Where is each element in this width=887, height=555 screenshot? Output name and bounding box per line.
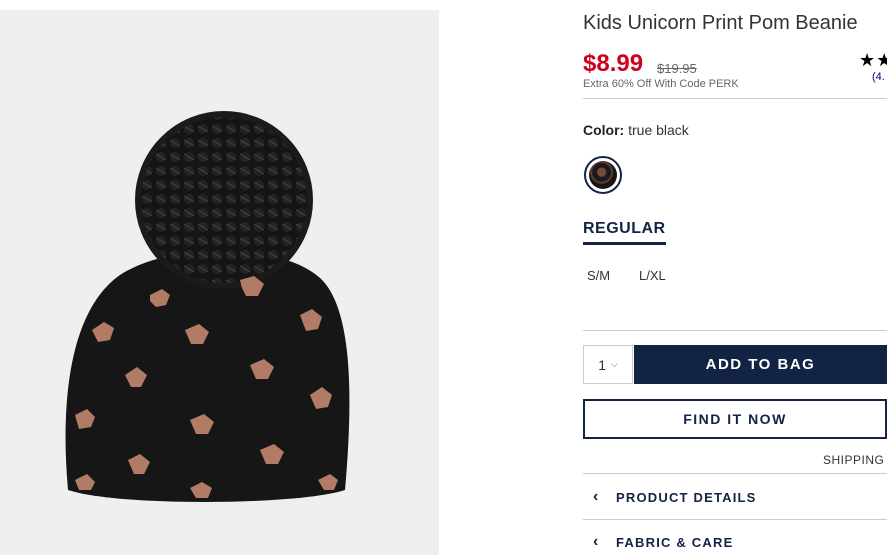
- original-price: $19.95: [657, 61, 697, 76]
- color-label: Color:: [583, 122, 625, 138]
- star-rating-icon[interactable]: ★★: [859, 50, 887, 71]
- beanie-illustration: [65, 111, 350, 503]
- chevron-left-icon: ‹: [593, 488, 599, 505]
- color-value: true black: [628, 122, 689, 138]
- color-swatch-true-black[interactable]: [584, 156, 622, 194]
- quantity-value: 1: [598, 356, 606, 373]
- accordion-product-details[interactable]: ‹ PRODUCT DETAILS: [583, 480, 887, 514]
- size-option-sm[interactable]: S/M: [583, 266, 614, 285]
- chevron-down-icon: ⌵: [610, 359, 618, 369]
- sale-price: $8.99: [583, 50, 644, 77]
- tab-regular[interactable]: REGULAR: [583, 220, 666, 245]
- chevron-left-icon: ‹: [593, 533, 599, 550]
- rating-count[interactable]: (4.: [872, 71, 885, 83]
- color-row: Color: true black: [583, 122, 689, 138]
- find-it-now-button[interactable]: FIND IT NOW: [583, 399, 887, 439]
- accordion-label: PRODUCT DETAILS: [616, 489, 757, 505]
- add-to-bag-button[interactable]: ADD TO BAG: [634, 345, 887, 384]
- accordion-label: FABRIC & CARE: [616, 534, 734, 550]
- divider: [583, 330, 887, 331]
- accordion-fabric-care[interactable]: ‹ FABRIC & CARE: [583, 525, 887, 555]
- divider: [583, 519, 887, 520]
- size-option-lxl[interactable]: L/XL: [635, 266, 670, 285]
- product-image[interactable]: [0, 10, 439, 555]
- product-info: Kids Unicorn Print Pom Beanie $8.99 $19.…: [583, 0, 887, 555]
- promo-text: Extra 60% Off With Code PERK: [583, 78, 739, 90]
- quantity-select[interactable]: 1 ⌵: [583, 345, 633, 384]
- product-title: Kids Unicorn Print Pom Beanie: [583, 12, 858, 34]
- divider: [583, 473, 887, 474]
- divider: [583, 98, 887, 99]
- true-black-swatch-icon: [589, 161, 617, 189]
- shipping-link[interactable]: SHIPPING: [823, 453, 884, 467]
